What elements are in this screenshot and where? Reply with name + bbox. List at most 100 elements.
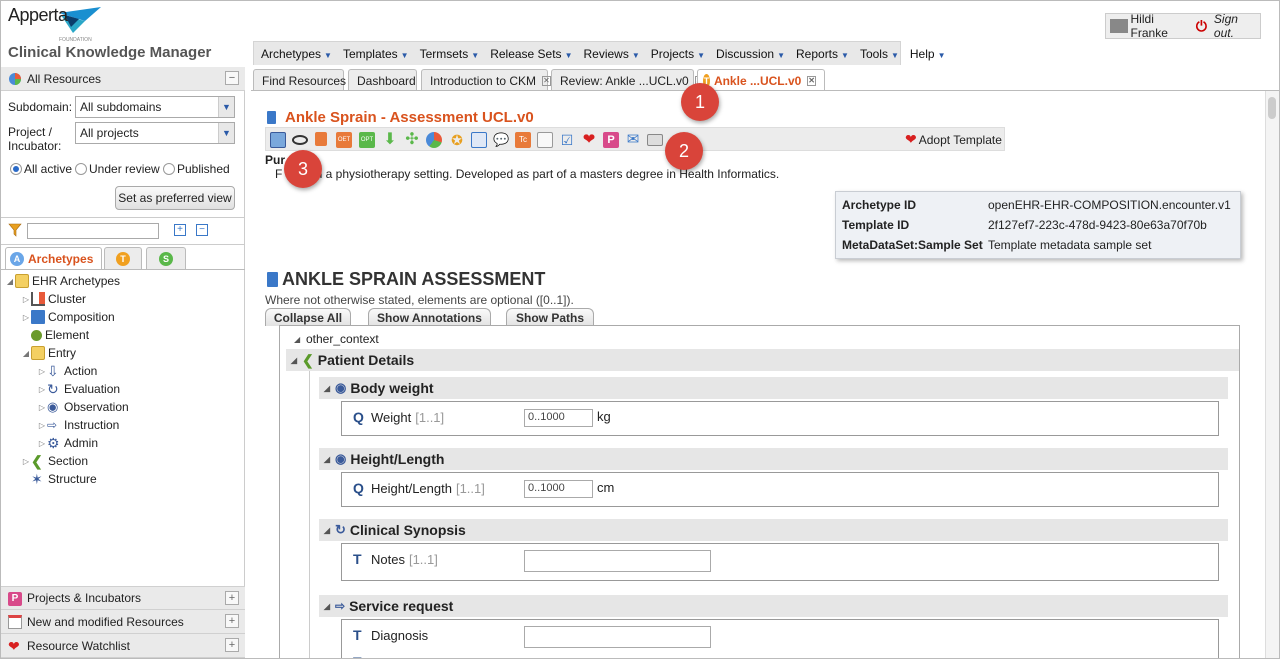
tab-termsets[interactable]: S (146, 247, 186, 269)
tree-cluster[interactable]: ▷ Cluster (1, 290, 245, 308)
tree-structure[interactable]: ✶ Structure (1, 470, 245, 488)
tree-action[interactable]: ▷ ⇩ Action (1, 362, 245, 380)
projects-incubators-header[interactable]: P Projects & Incubators + (1, 586, 245, 610)
menu-reports[interactable]: Reports ▼ (792, 47, 853, 61)
tree-label: Action (64, 364, 98, 378)
weight-input[interactable]: 0..1000 (524, 409, 593, 427)
height-input[interactable]: 0..1000 (524, 480, 593, 498)
opt-icon[interactable]: OPT (359, 132, 375, 148)
checklist-icon[interactable]: ☑ (559, 132, 575, 148)
menu-reviews[interactable]: Reviews ▼ (579, 47, 643, 61)
discussion-icon[interactable]: 💬 (493, 132, 509, 148)
projects-icon[interactable]: P (603, 132, 619, 148)
tree-element[interactable]: Element (1, 326, 245, 344)
project-select[interactable]: All projects ▼ (75, 122, 235, 144)
collapse-all-button[interactable]: Collapse All (265, 308, 351, 326)
eye-icon: ◉ (335, 451, 347, 466)
scrollbar-thumb[interactable] (1268, 97, 1276, 119)
menu-projects[interactable]: Projects ▼ (647, 47, 709, 61)
collapse-all-icon[interactable]: − (196, 224, 208, 236)
set-preferred-view-button[interactable]: Set as preferred view (115, 186, 235, 210)
translate-icon[interactable]: Tc (515, 132, 531, 148)
height-length-group[interactable]: ◢ ◉ Height/Length (319, 448, 1228, 470)
diagnosis-input[interactable] (524, 626, 711, 648)
collapse-icon[interactable]: − (225, 71, 239, 85)
section-icon: ❮ (31, 453, 43, 469)
weight-unit: kg (597, 409, 611, 424)
meta-value: Template metadata sample set (988, 238, 1152, 252)
email-icon[interactable]: ✉ (625, 132, 641, 148)
menu-tools[interactable]: Tools ▼ (856, 47, 903, 61)
hierarchy-icon[interactable] (315, 132, 327, 146)
menu-release-sets[interactable]: Release Sets ▼ (486, 47, 576, 61)
clinical-synopsis-group[interactable]: ◢ ↻ Clinical Synopsis (319, 519, 1228, 541)
book-icon[interactable] (471, 132, 487, 148)
structure-icon: ✶ (31, 471, 43, 487)
service-request-group[interactable]: ◢ ⇨ Service request (319, 595, 1228, 617)
action-icon: ⇩ (47, 363, 59, 379)
expand-icon[interactable]: + (225, 614, 239, 628)
tab-templates[interactable]: T (104, 247, 142, 269)
meta-key: Template ID (842, 218, 910, 232)
scrollbar[interactable] (1265, 91, 1279, 658)
tab-ankle-template[interactable]: T Ankle ...UCL.v0 ✕ (697, 69, 825, 91)
other-context-node[interactable]: ◢ other_context (294, 332, 379, 346)
filter-input[interactable] (27, 223, 159, 239)
button-label: Collapse All (273, 310, 343, 325)
show-paths-button[interactable]: Show Paths (506, 308, 594, 326)
group-label: Clinical Synopsis (349, 522, 466, 538)
power-icon[interactable]: ⏻ (1196, 18, 1207, 35)
view-icon[interactable] (270, 132, 286, 148)
pie-chart-icon[interactable] (426, 132, 442, 148)
tree-ehr-archetypes[interactable]: ◢ EHR Archetypes (1, 272, 245, 290)
tree-composition[interactable]: ▷ Composition (1, 308, 245, 326)
watchlist-header[interactable]: ❤ Resource Watchlist + (1, 634, 245, 658)
download-icon[interactable]: ⬇ (382, 132, 398, 148)
menu-help[interactable]: Help ▼ (906, 47, 950, 61)
menu-archetypes[interactable]: Archetypes ▼ (257, 47, 336, 61)
expand-all-icon[interactable]: + (174, 224, 186, 236)
radio-under-review[interactable]: Under review (75, 162, 160, 176)
mindmap-icon[interactable] (292, 135, 308, 145)
sign-out-link[interactable]: Sign out. (1214, 12, 1260, 40)
close-icon[interactable]: ✕ (807, 75, 816, 86)
tree-section[interactable]: ▷ ❮ Section (1, 452, 245, 470)
radio-all-active[interactable]: All active (10, 162, 72, 176)
tab-archetypes[interactable]: A Archetypes (5, 247, 102, 269)
body-weight-group[interactable]: ◢ ◉ Body weight (319, 377, 1228, 399)
tree-admin[interactable]: ▷ ⚙ Admin (1, 434, 245, 452)
print-icon[interactable] (647, 134, 663, 146)
tree-evaluation[interactable]: ▷ ↻ Evaluation (1, 380, 245, 398)
patient-details-section[interactable]: ◢ ❮ Patient Details (286, 349, 1239, 371)
tab-find-resources[interactable]: Find Resources (253, 69, 346, 91)
expand-icon[interactable]: + (225, 591, 239, 605)
award-icon[interactable]: ✪ (449, 132, 465, 148)
user-box: Hildi Franke ⏻ Sign out. (1105, 12, 1261, 40)
apperta-logo[interactable]: Apperta FOUNDATION Clinical Knowledge Ma… (5, 3, 245, 65)
show-annotations-button[interactable]: Show Annotations (368, 308, 491, 326)
menu-discussion[interactable]: Discussion ▼ (712, 47, 789, 61)
menu-termsets[interactable]: Termsets ▼ (416, 47, 484, 61)
oet-icon[interactable]: OET (336, 132, 352, 148)
button-label: Show Annotations (377, 310, 482, 325)
expand-icon[interactable]: + (225, 638, 239, 652)
adopt-template-button[interactable]: ❤ Adopt Template (905, 131, 1002, 148)
collapsed-icon: ▷ (38, 438, 46, 448)
tree-observation[interactable]: ▷ ◉ Observation (1, 398, 245, 416)
heart-icon[interactable]: ❤ (581, 132, 597, 148)
document-icon[interactable] (537, 132, 553, 148)
notes-input[interactable] (524, 550, 711, 572)
all-resources-header[interactable]: All Resources − (1, 67, 245, 91)
radio-published[interactable]: Published (163, 162, 230, 176)
tab-dashboard[interactable]: Dashboard (348, 69, 417, 91)
tree-instruction[interactable]: ▷ ⇨ Instruction (1, 416, 245, 434)
tree-entry[interactable]: ◢ Entry (1, 344, 245, 362)
tab-introduction[interactable]: Introduction to CKM ✕ (421, 69, 551, 91)
expand-arrows-icon[interactable]: ✣ (404, 132, 420, 148)
menu-templates[interactable]: Templates ▼ (339, 47, 413, 61)
new-modified-header[interactable]: New and modified Resources + (1, 610, 245, 634)
filter-icon[interactable] (8, 223, 22, 237)
subdomain-select[interactable]: All subdomains ▼ (75, 96, 235, 118)
tab-review[interactable]: Review: Ankle ...UCL.v0✕ (551, 69, 704, 91)
close-icon[interactable]: ✕ (542, 75, 551, 86)
